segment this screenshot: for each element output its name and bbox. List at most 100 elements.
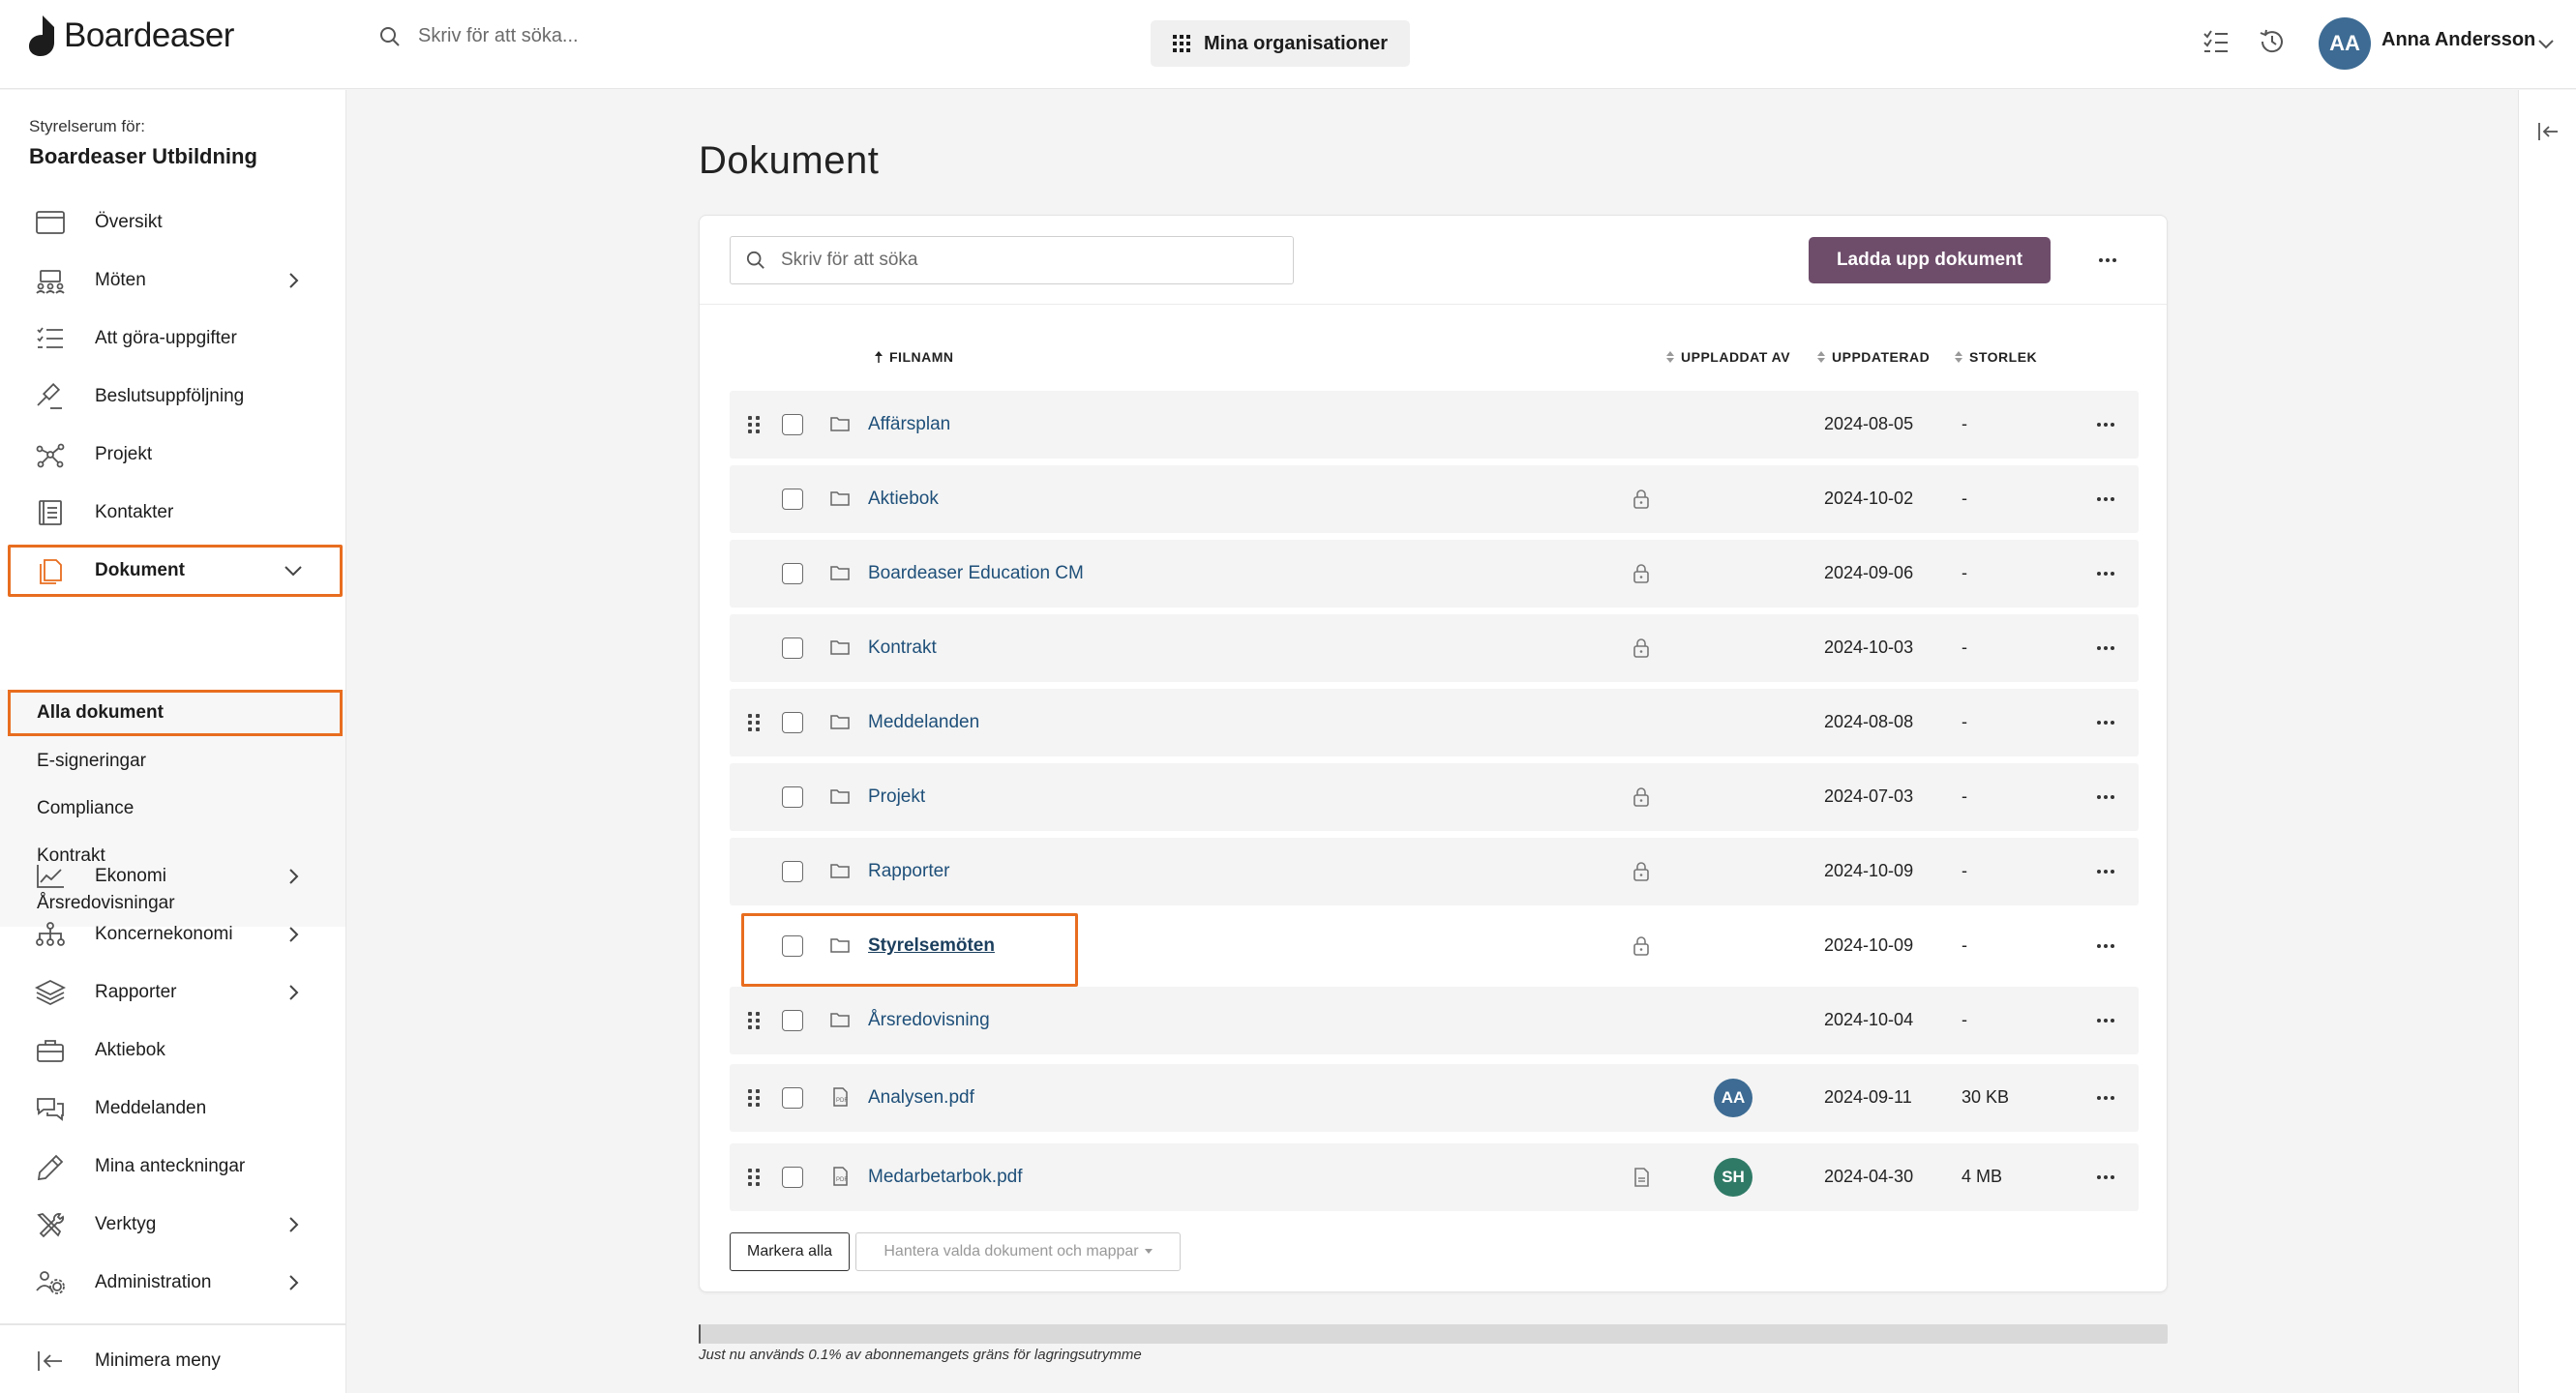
gavel-icon [37,383,62,409]
row-checkbox[interactable] [782,414,803,435]
minimize-menu-button[interactable]: Minimera meny [8,1335,343,1387]
sidebar-item-projekt[interactable]: Projekt [8,429,343,481]
documents-card: Skriv för att söka Ladda upp dokument FI… [699,215,2168,1292]
select-all-button[interactable]: Markera alla [730,1232,850,1271]
uploader-avatar[interactable]: SH [1714,1158,1752,1197]
sidebar-item-label: Projekt [95,444,153,464]
column-header-size[interactable]: STORLEK [1954,349,2037,365]
sidebar-item-moten[interactable]: Möten [8,254,343,307]
contacts-icon [39,500,62,525]
more-options-icon[interactable] [2099,258,2116,262]
column-header-label: STORLEK [1969,349,2038,365]
file-name-link[interactable]: Projekt [868,786,925,808]
file-name-link[interactable]: Boardeaser Education CM [868,563,1084,584]
row-more-options-icon[interactable] [2097,1019,2114,1023]
drag-handle-icon[interactable] [748,714,760,731]
updated-date: 2024-10-04 [1824,1010,1914,1029]
row-checkbox[interactable] [782,637,803,659]
row-more-options-icon[interactable] [2097,795,2114,799]
sidebar-item-anteckningar[interactable]: Mina anteckningar [8,1141,343,1193]
sidebar-item-beslut[interactable]: Beslutsuppföljning [8,370,343,423]
user-name[interactable]: Anna Andersson [2381,29,2535,51]
table-row[interactable]: PDF Medarbetarbok.pdf SH 2024-04-30 4 MB [730,1143,2139,1211]
row-more-options-icon[interactable] [2097,1096,2114,1100]
table-row[interactable]: Projekt 2024-07-03 - [730,763,2139,831]
sidebar-item-ekonomi[interactable]: Ekonomi [8,850,343,903]
table-row[interactable]: Kontrakt 2024-10-03 - [730,614,2139,682]
user-avatar[interactable]: AA [2319,17,2371,70]
column-header-updated[interactable]: UPPDATERAD [1816,349,1930,365]
tasks-checklist-icon[interactable] [2202,27,2234,60]
row-more-options-icon[interactable] [2097,572,2114,576]
drag-handle-icon[interactable] [748,416,760,433]
file-name-link[interactable]: Årsredovisning [868,1010,990,1031]
chat-icon [37,1098,64,1121]
sidebar-item-administration[interactable]: Administration [8,1257,343,1309]
lock-icon [1633,638,1649,658]
my-organisations-button[interactable]: Mina organisationer [1151,20,1410,67]
subnav-e-signeringar[interactable]: E-signeringar [8,738,343,785]
row-checkbox[interactable] [782,489,803,510]
sidebar-item-att-gora[interactable]: Att göra-uppgifter [8,312,343,365]
row-checkbox[interactable] [782,1167,803,1188]
sidebar-item-rapporter[interactable]: Rapporter [8,966,343,1019]
sidebar-item-verktyg[interactable]: Verktyg [8,1199,343,1251]
uploader-avatar[interactable]: AA [1714,1079,1752,1117]
sort-asc-icon [875,351,883,363]
drag-handle-icon[interactable] [748,1012,760,1029]
file-name-link[interactable]: Meddelanden [868,712,979,733]
row-checkbox[interactable] [782,1010,803,1031]
file-name-link[interactable]: Affärsplan [868,414,950,435]
row-more-options-icon[interactable] [2097,646,2114,650]
lock-icon [1633,862,1649,881]
row-checkbox[interactable] [782,786,803,808]
row-checkbox[interactable] [782,1087,803,1109]
row-more-options-icon[interactable] [2097,497,2114,501]
layers-icon [35,979,66,1006]
row-checkbox[interactable] [782,861,803,882]
sidebar-item-dokument[interactable]: Dokument [8,545,343,597]
row-more-options-icon[interactable] [2097,423,2114,427]
global-search[interactable]: Skriv för att söka... [379,25,579,47]
subnav-compliance[interactable]: Compliance [8,785,343,832]
table-row[interactable]: Årsredovisning 2024-10-04 - [730,987,2139,1054]
file-name-link[interactable]: Aktiebok [868,489,939,510]
sidebar-item-koncernekonomi[interactable]: Koncernekonomi [8,908,343,961]
row-more-options-icon[interactable] [2097,870,2114,874]
row-more-options-icon[interactable] [2097,721,2114,725]
file-name-link[interactable]: Kontrakt [868,637,937,659]
chevron-down-icon[interactable] [2535,33,2557,54]
table-row[interactable]: Rapporter 2024-10-09 - [730,838,2139,905]
table-row[interactable]: PDF Analysen.pdf AA 2024-09-11 30 KB [730,1064,2139,1132]
column-header-uploaded-by[interactable]: UPPLADDAT AV [1665,349,1790,365]
history-icon[interactable] [2258,27,2291,60]
sidebar-item-oversikt[interactable]: Översikt [8,196,343,249]
document-search-input[interactable]: Skriv för att söka [730,236,1294,284]
sidebar-item-aktiebok[interactable]: Aktiebok [8,1024,343,1077]
file-name-link[interactable]: Rapporter [868,861,950,882]
updated-date: 2024-10-03 [1824,637,1914,657]
expand-panel-icon[interactable] [2536,121,2560,142]
column-header-filename[interactable]: FILNAMN [874,349,954,365]
chevron-right-icon [289,273,299,288]
global-search-input[interactable]: Skriv för att söka... [418,25,579,47]
sidebar-item-kontakter[interactable]: Kontakter [8,487,343,539]
table-row[interactable]: Boardeaser Education CM 2024-09-06 - [730,540,2139,608]
table-row[interactable]: Aktiebok 2024-10-02 - [730,465,2139,533]
row-more-options-icon[interactable] [2097,1175,2114,1179]
file-name-link[interactable]: Analysen.pdf [868,1087,974,1109]
drag-handle-icon[interactable] [748,1169,760,1186]
upload-document-button[interactable]: Ladda upp dokument [1809,237,2051,283]
subnav-alla-dokument[interactable]: Alla dokument [8,690,343,736]
table-row[interactable]: Affärsplan 2024-08-05 - [730,391,2139,459]
row-checkbox[interactable] [782,563,803,584]
updated-date: 2024-04-30 [1824,1167,1914,1186]
row-checkbox[interactable] [782,712,803,733]
manage-selected-dropdown[interactable]: Hantera valda dokument och mappar [855,1232,1181,1271]
file-name-link[interactable]: Medarbetarbok.pdf [868,1167,1023,1188]
table-row[interactable]: Meddelanden 2024-08-08 - [730,689,2139,756]
boardeaser-logo[interactable]: Boardeaser [27,14,234,58]
drag-handle-icon[interactable] [748,1089,760,1107]
sidebar-item-meddelanden[interactable]: Meddelanden [8,1082,343,1135]
row-more-options-icon[interactable] [2097,944,2114,948]
